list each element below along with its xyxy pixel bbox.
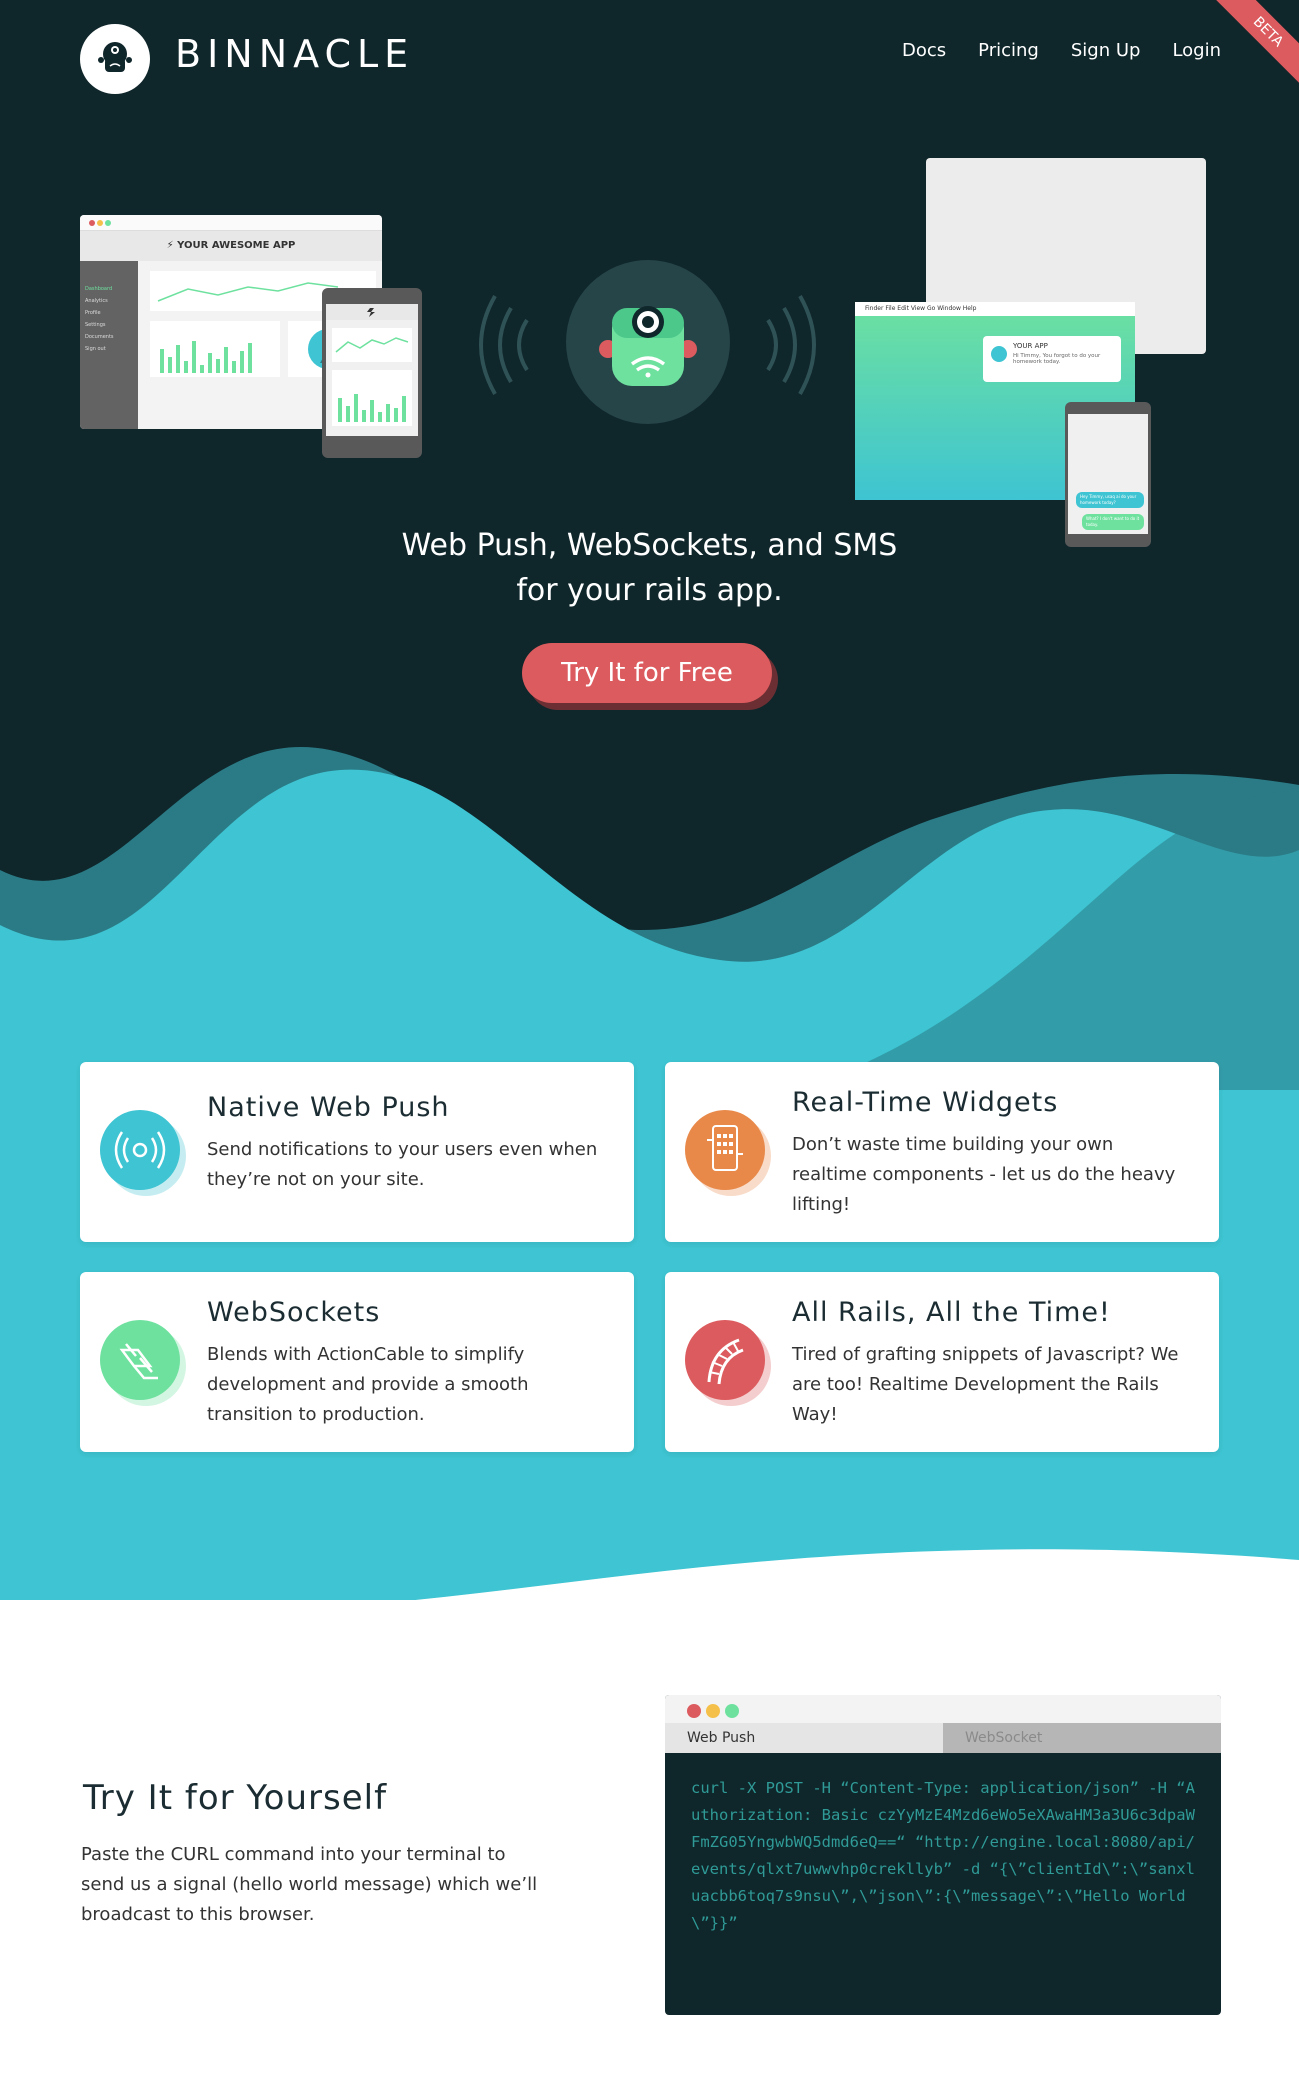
nav-docs[interactable]: Docs [902, 40, 946, 61]
robot-icon [599, 306, 697, 386]
logo[interactable] [80, 24, 150, 94]
mobile-dashboard-illustration [322, 288, 422, 458]
sidebar-item: Sign out [85, 346, 106, 352]
notification-title: YOUR APP [1013, 342, 1048, 350]
feature-title: Real-Time Widgets [792, 1087, 1059, 1118]
feature-card-rails: All Rails, All the Time! Tired of grafti… [665, 1272, 1219, 1452]
phone-screen: Hey Timmy, usaq ai do your homework toda… [1068, 414, 1148, 534]
socket-icon [100, 1320, 186, 1406]
window-chrome [80, 215, 382, 231]
push-notification: YOUR APP Hi Timmy, You forgot to do your… [983, 336, 1121, 382]
signal-left-icon [479, 295, 529, 395]
broadcast-icon [100, 1110, 186, 1196]
sidebar-item: Profile [85, 310, 101, 316]
feature-card-widgets: Real-Time Widgets Don’t waste time build… [665, 1062, 1219, 1242]
sidebar-item: Documents [85, 334, 114, 340]
hero-tagline: Web Push, WebSockets, and SMS for your r… [0, 523, 1299, 613]
code-tabs: Web Push WebSocket [665, 1723, 1221, 1753]
code-window: Web Push WebSocket curl -X POST -H “Cont… [665, 1695, 1221, 2015]
window-dots-icon [89, 220, 111, 226]
tab-web-push[interactable]: Web Push [665, 1723, 943, 1753]
tagline-line-2: for your rails app. [516, 573, 783, 608]
feature-card-web-push: Native Web Push Send notifications to yo… [80, 1062, 634, 1242]
robot-mascot [566, 260, 730, 424]
mobile-charts-icon [326, 304, 418, 426]
rails-icon [685, 1320, 771, 1406]
notification-body: Hi Timmy, You forgot to do your homework… [1013, 353, 1101, 365]
mac-menubar: Finder File Edit View Go Window Help [855, 302, 1135, 316]
feature-description: Send notifications to your users even wh… [207, 1139, 598, 1190]
feature-card-websockets: WebSockets Blends with ActionCable to si… [80, 1272, 634, 1452]
beta-ribbon: BETA [1209, 0, 1299, 90]
maximize-dot-icon [725, 1704, 739, 1718]
app-title: ⚡ YOUR AWESOME APP [80, 231, 382, 261]
dashboard-sidebar: Dashboard Analytics Profile Settings Doc… [80, 261, 138, 429]
window-chrome [665, 1695, 1221, 1723]
brand-name: BINNACLE [175, 32, 415, 76]
nav-pricing[interactable]: Pricing [978, 40, 1039, 61]
nav-sign-up[interactable]: Sign Up [1071, 40, 1141, 61]
try-description: Paste the CURL command into your termina… [81, 1844, 538, 1925]
phone-screen [326, 304, 418, 436]
try-free-button[interactable]: Try It for Free [522, 643, 772, 703]
tagline-line-1: Web Push, WebSockets, and SMS [401, 528, 898, 563]
bolt-icon [991, 346, 1007, 362]
signal-right-icon [766, 295, 816, 395]
sidebar-item: Dashboard [85, 286, 113, 292]
top-nav: Docs Pricing Sign Up Login [902, 40, 1221, 61]
robot-logo-icon [98, 42, 132, 72]
sidebar-item: Analytics [85, 298, 108, 304]
feature-title: All Rails, All the Time! [792, 1297, 1111, 1328]
feature-description: Tired of grafting snippets of Javascript… [792, 1344, 1179, 1425]
beta-badge: BETA [1212, 0, 1299, 88]
feature-title: Native Web Push [207, 1092, 450, 1123]
phone-widget-icon [685, 1110, 771, 1196]
try-title: Try It for Yourself [83, 1778, 388, 1818]
feature-description: Don’t waste time building your own realt… [792, 1134, 1176, 1215]
chat-bubble: Hey Timmy, usaq ai do your homework toda… [1076, 492, 1144, 508]
minimize-dot-icon [706, 1704, 720, 1718]
close-dot-icon [687, 1704, 701, 1718]
sidebar-item: Settings [85, 322, 106, 328]
section-divider-wave [0, 1549, 1299, 1630]
tab-websocket[interactable]: WebSocket [943, 1723, 1221, 1753]
feature-title: WebSockets [207, 1297, 381, 1328]
curl-command[interactable]: curl -X POST -H “Content-Type: applicati… [691, 1775, 1201, 1937]
feature-description: Blends with ActionCable to simplify deve… [207, 1344, 529, 1425]
